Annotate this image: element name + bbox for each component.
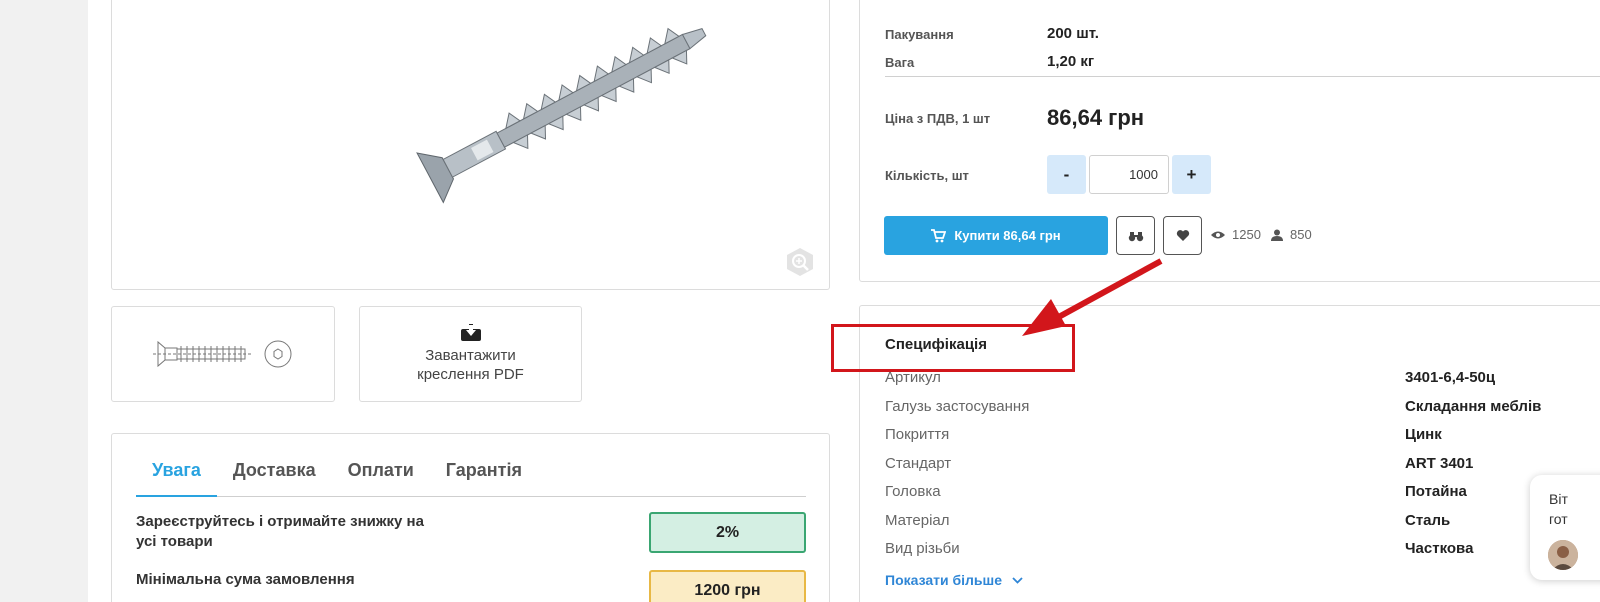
product-thumbnail[interactable]	[111, 306, 335, 402]
spec-label: Стандарт	[885, 455, 952, 472]
buyers-count: 850	[1290, 227, 1312, 242]
promo-text: Мінімальна сума замовлення	[136, 571, 355, 588]
price-value: 86,64 грн	[1047, 105, 1145, 130]
product-image-main[interactable]	[111, 0, 830, 290]
spec-label: Вид різьби	[885, 540, 960, 557]
favorite-button[interactable]	[1163, 216, 1202, 255]
spec-label: Галузь застосування	[885, 398, 1030, 415]
show-more-label: Показати більше	[885, 572, 1002, 588]
compare-button[interactable]	[1116, 216, 1155, 255]
chat-line: Віт	[1549, 491, 1568, 507]
price-label: Ціна з ПДВ, 1 шт	[885, 111, 991, 126]
highlight-box	[831, 324, 1075, 372]
buy-button[interactable]: Купити 86,64 грн	[884, 216, 1108, 255]
discount-badge: 2%	[649, 512, 806, 553]
spec-label: Покриття	[885, 426, 950, 443]
spec-label: Матеріал	[885, 512, 950, 529]
drawing-thumbnail-icon	[153, 340, 292, 368]
tab-bar: Увага Доставка Оплати Гарантія	[136, 434, 806, 497]
eye-icon	[1211, 231, 1225, 238]
buyers-stat: 850	[1271, 227, 1312, 242]
weight-label: Вага	[885, 55, 915, 70]
promo-text: Зареєструйтесь і отримайте знижку на усі…	[136, 513, 424, 550]
chat-widget[interactable]: Віт гот	[1530, 475, 1600, 580]
spec-value: Потайна	[1405, 483, 1467, 500]
chevron-down-icon	[1012, 576, 1023, 584]
tab-payments[interactable]: Оплати	[332, 434, 430, 497]
spec-value: Сталь	[1405, 512, 1451, 529]
promo-row: Мінімальна сума замовлення 1200 грн	[136, 570, 806, 602]
download-pdf-button[interactable]: Завантажити креслення PDF	[359, 306, 582, 402]
page-gutter	[0, 0, 88, 602]
tab-warranty[interactable]: Гарантія	[430, 434, 538, 497]
info-tabs-panel: Увага Доставка Оплати Гарантія Зареєстру…	[111, 433, 830, 602]
user-icon	[1271, 229, 1283, 241]
divider	[885, 76, 1600, 77]
chat-message: Віт гот	[1549, 489, 1568, 529]
spec-value: ART 3401	[1405, 455, 1474, 472]
quantity-decrement-button[interactable]: -	[1047, 155, 1086, 194]
binoculars-icon	[1128, 231, 1143, 241]
spec-label: Головка	[885, 483, 941, 500]
avatar	[1548, 540, 1578, 570]
views-count: 1250	[1232, 227, 1261, 242]
person-avatar-icon	[1548, 540, 1578, 570]
tab-delivery[interactable]: Доставка	[217, 434, 332, 497]
quantity-input[interactable]	[1089, 155, 1169, 194]
spec-value: Цинк	[1405, 426, 1442, 443]
spec-value: Складання меблів	[1405, 398, 1542, 415]
spec-value: 3401-6,4-50ц	[1405, 369, 1496, 386]
spec-value: Часткова	[1405, 540, 1474, 557]
min-order-badge: 1200 грн	[649, 570, 806, 602]
download-icon	[460, 324, 481, 341]
zoom-icon[interactable]	[785, 247, 815, 277]
weight-value: 1,20 кг	[1047, 53, 1095, 70]
screw-image	[416, 27, 707, 204]
promo-row: Зареєструйтесь і отримайте знижку на усі…	[136, 512, 806, 553]
product-purchase-panel: Пакування 200 шт. Вага 1,20 кг Ціна з ПД…	[859, 0, 1600, 282]
tab-attention[interactable]: Увага	[136, 434, 217, 497]
packaging-label: Пакування	[885, 27, 954, 42]
chat-line: гот	[1549, 511, 1568, 527]
download-pdf-label: Завантажити креслення PDF	[417, 347, 524, 383]
buy-button-label: Купити 86,64 грн	[954, 228, 1061, 243]
cart-icon	[931, 228, 947, 242]
quantity-increment-button[interactable]: +	[1172, 155, 1211, 194]
packaging-value: 200 шт.	[1047, 25, 1099, 42]
heart-icon	[1176, 230, 1189, 241]
quantity-label: Кількість, шт	[885, 168, 969, 183]
views-stat: 1250	[1211, 227, 1261, 242]
show-more-link[interactable]: Показати більше	[885, 572, 1023, 588]
